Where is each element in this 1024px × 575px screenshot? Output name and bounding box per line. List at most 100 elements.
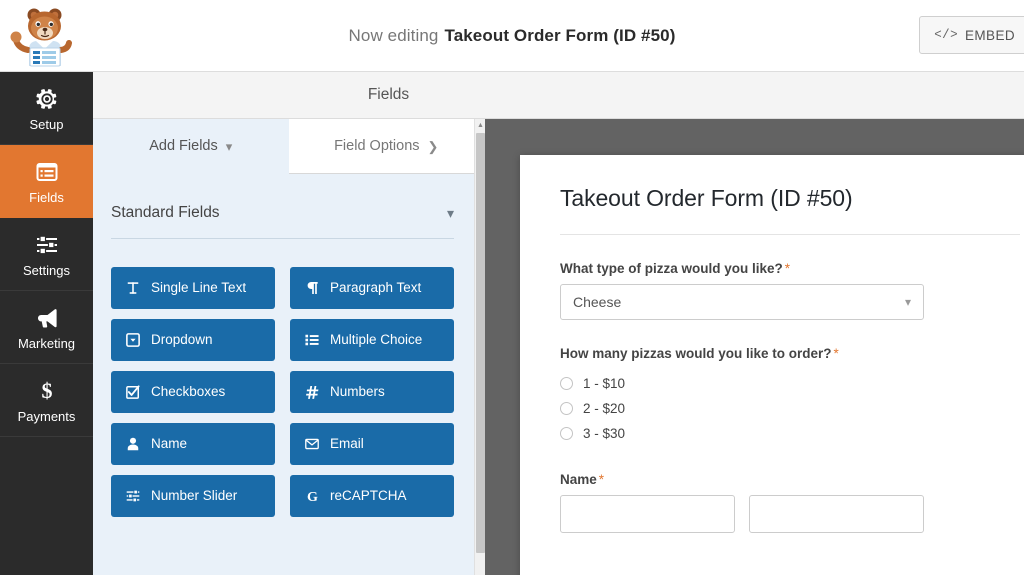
field-label: What type of pizza would you like? * (560, 261, 1020, 276)
field-button-label: Checkboxes (151, 384, 226, 400)
radio-option-label: 2 - $20 (583, 401, 626, 416)
dollar-sign-icon: $ (34, 378, 60, 404)
fields-list-icon (34, 159, 60, 185)
slider-icon (125, 488, 141, 504)
pizza-quantity-radio-list: 1 - $10 2 - $20 3 - $30 (560, 371, 1020, 446)
sidebar-item-settings[interactable]: Settings (0, 218, 93, 291)
sliders-icon (34, 232, 60, 258)
field-button-label: Name (151, 436, 188, 452)
svg-text:G: G (307, 489, 318, 504)
svg-text:$: $ (41, 379, 52, 403)
field-button-label: Numbers (330, 384, 385, 400)
field-label: How many pizzas would you like to order?… (560, 346, 1020, 361)
chevron-down-icon: ▾ (904, 295, 911, 309)
editor-tabs: Add Fields ▾ Field Options ❯ (93, 119, 484, 174)
radio-option-label: 3 - $30 (583, 426, 626, 441)
sidebar-item-marketing[interactable]: Marketing (0, 291, 93, 364)
google-g-icon: G (304, 488, 320, 504)
sidebar-item-payments-label: Payments (17, 408, 76, 424)
top-header-bar: Now editing Takeout Order Form (ID #50) … (0, 0, 1024, 72)
form-name-label: Takeout Order Form (ID #50) (444, 26, 676, 45)
form-preview-card: Takeout Order Form (ID #50) What type of… (520, 155, 1024, 575)
field-button-label: reCAPTCHA (330, 488, 407, 504)
radio-button-icon[interactable] (560, 377, 573, 390)
tab-add-fields-label: Add Fields (149, 138, 218, 154)
required-marker: * (784, 261, 791, 276)
radio-option-label: 1 - $10 (583, 376, 626, 391)
field-button-name[interactable]: Name (111, 423, 275, 465)
radio-option[interactable]: 1 - $10 (560, 371, 1020, 396)
field-button-single-line-text[interactable]: Single Line Text (111, 267, 275, 309)
embed-button-label: EMBED (964, 27, 1015, 43)
sidebar-item-marketing-label: Marketing (17, 335, 76, 351)
dropdown-caret-box-icon (125, 332, 141, 348)
chevron-right-icon: ❯ (427, 138, 439, 154)
user-icon (125, 436, 141, 452)
fields-editor-panel: Add Fields ▾ Field Options ❯ Standard Fi… (93, 119, 484, 575)
field-button-email[interactable]: Email (290, 423, 454, 465)
field-button-checkboxes[interactable]: Checkboxes (111, 371, 275, 413)
field-button-paragraph-text[interactable]: Paragraph Text (290, 267, 454, 309)
pizza-type-select[interactable]: Cheese ▾ (560, 284, 924, 320)
standard-fields-grid: Single Line Text Paragraph Text Dropdown… (111, 267, 454, 517)
standard-fields-section-header[interactable]: Standard Fields ▾ (111, 204, 454, 239)
panel-header-title: Fields (367, 86, 410, 103)
embed-button[interactable]: </> EMBED (919, 16, 1024, 54)
sidebar-item-setup[interactable]: Setup (0, 72, 93, 145)
field-button-multiple-choice[interactable]: Multiple Choice (290, 319, 454, 361)
panel-header-bar: Fields (93, 72, 1024, 119)
field-button-recaptcha[interactable]: G reCAPTCHA (290, 475, 454, 517)
left-sidebar: Setup Fields Settings Marketing $ Paymen… (0, 72, 93, 575)
radio-button-icon[interactable] (560, 427, 573, 440)
tab-field-options-label: Field Options (334, 138, 420, 154)
name-inputs-row (560, 495, 1020, 533)
field-button-label: Number Slider (151, 488, 238, 504)
radio-button-icon[interactable] (560, 402, 573, 415)
standard-fields-title: Standard Fields (111, 204, 220, 221)
name-first-input[interactable] (560, 495, 735, 533)
field-label: Name * (560, 472, 1020, 487)
field-button-dropdown[interactable]: Dropdown (111, 319, 275, 361)
chevron-down-icon: ▾ (225, 138, 233, 154)
field-label-text: Name (560, 472, 597, 487)
radio-option[interactable]: 2 - $20 (560, 396, 1020, 421)
field-button-label: Dropdown (151, 332, 213, 348)
name-last-input[interactable] (749, 495, 924, 533)
field-button-number-slider[interactable]: Number Slider (111, 475, 275, 517)
sidebar-item-settings-label: Settings (23, 262, 70, 278)
sidebar-item-setup-label: Setup (29, 116, 64, 132)
field-label-text: What type of pizza would you like? (560, 261, 783, 276)
pizza-type-selected-value: Cheese (573, 294, 622, 310)
required-marker: * (598, 472, 605, 487)
preview-field-pizza-quantity: How many pizzas would you like to order?… (560, 346, 1020, 446)
required-marker: * (833, 346, 839, 361)
hash-icon (304, 384, 320, 400)
sidebar-item-fields-label: Fields (29, 189, 64, 205)
field-button-label: Single Line Text (151, 280, 247, 296)
editor-panel-scrollbar[interactable]: ▲ (474, 119, 485, 575)
radio-list-icon (304, 332, 320, 348)
scrollbar-thumb[interactable] (476, 133, 485, 553)
field-label-text: How many pizzas would you like to order? (560, 346, 832, 361)
field-button-label: Paragraph Text (330, 280, 422, 296)
tab-add-fields[interactable]: Add Fields ▾ (93, 119, 289, 174)
radio-option[interactable]: 3 - $30 (560, 421, 1020, 446)
text-cursor-icon (125, 280, 141, 296)
field-button-label: Multiple Choice (330, 332, 423, 348)
sidebar-item-fields[interactable]: Fields (0, 145, 93, 218)
now-editing-title: Now editing Takeout Order Form (ID #50) (0, 0, 1024, 72)
preview-field-pizza-type: What type of pizza would you like? * Chee… (560, 261, 1020, 320)
pilcrow-icon (304, 280, 320, 296)
envelope-icon (304, 436, 320, 452)
preview-field-name: Name * (560, 472, 1020, 533)
gear-icon (34, 86, 60, 112)
preview-form-title: Takeout Order Form (ID #50) (560, 185, 1020, 235)
wpforms-form-builder: Now editing Takeout Order Form (ID #50) … (0, 0, 1024, 575)
code-brackets-icon: </> (934, 28, 958, 42)
field-button-numbers[interactable]: Numbers (290, 371, 454, 413)
megaphone-icon (34, 305, 60, 331)
tab-field-options[interactable]: Field Options ❯ (288, 119, 484, 174)
chevron-down-icon[interactable]: ▾ (447, 205, 454, 222)
sidebar-item-payments[interactable]: $ Payments (0, 364, 93, 437)
checkbox-checked-icon (125, 384, 141, 400)
